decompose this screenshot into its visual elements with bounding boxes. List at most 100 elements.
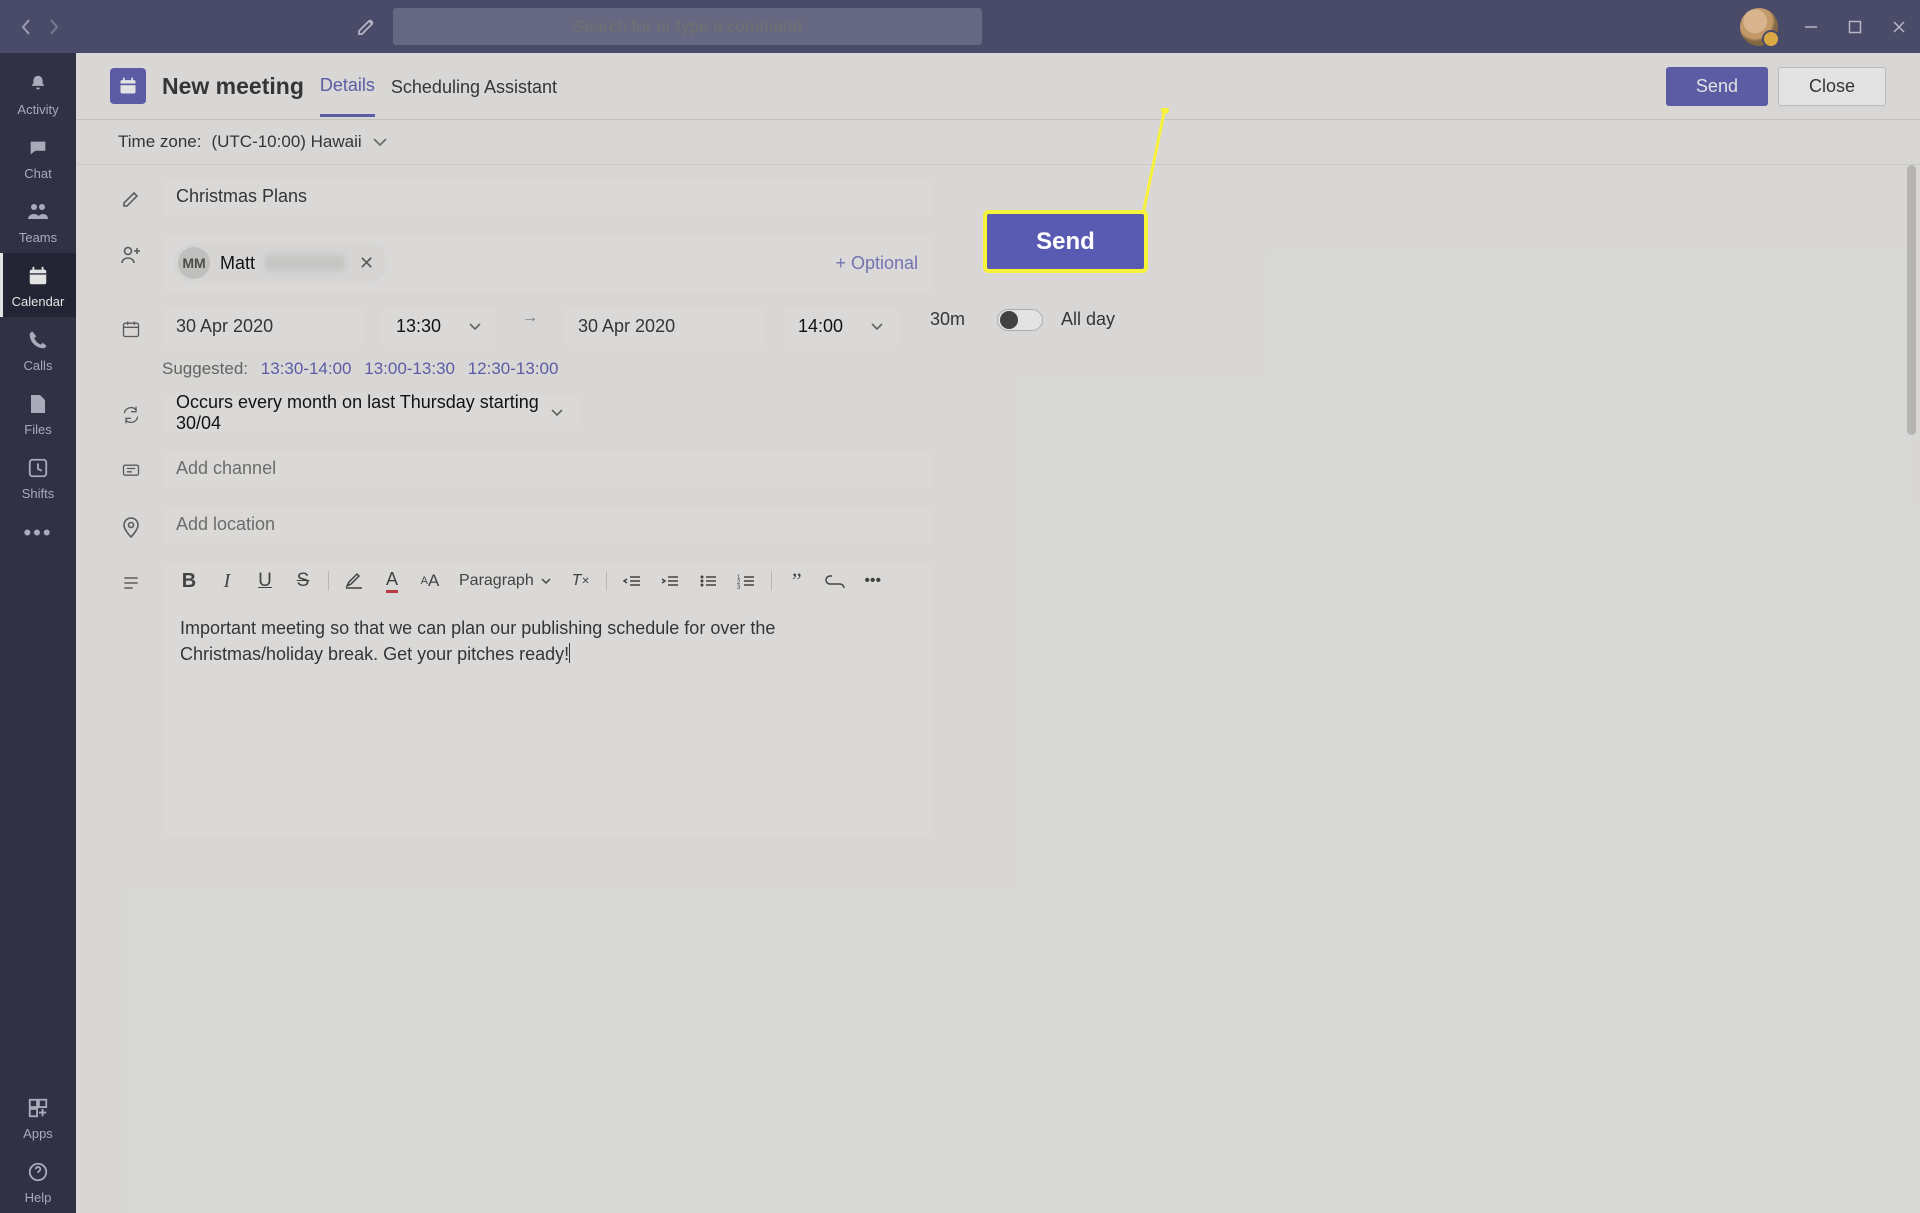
more-toolbar-button[interactable]: ••• (856, 566, 890, 596)
suggested-time-3[interactable]: 12:30-13:00 (468, 359, 559, 378)
rail-label: Calendar (12, 294, 65, 309)
channel-input[interactable]: Add channel (162, 451, 932, 488)
strikethrough-button[interactable]: S (286, 566, 320, 596)
rail-more[interactable]: ••• (0, 509, 76, 557)
end-time-value: 14:00 (798, 316, 843, 337)
meeting-title-input[interactable]: Christmas Plans (162, 179, 932, 216)
all-day-label: All day (1061, 309, 1115, 330)
search-input[interactable] (409, 17, 966, 37)
attendee-chip: MM Matt ✕ (174, 243, 388, 283)
toolbar-divider (771, 571, 772, 591)
rail-label: Chat (24, 166, 51, 181)
date-icon (118, 309, 144, 349)
end-time-dropdown[interactable]: 14:00 (784, 309, 898, 346)
tab-scheduling-assistant[interactable]: Scheduling Assistant (391, 57, 557, 116)
shifts-icon (24, 454, 52, 482)
page-title: New meeting (162, 73, 304, 100)
attendee-name: Matt (220, 253, 255, 274)
rail-label: Apps (23, 1126, 53, 1141)
paragraph-style-dropdown[interactable]: Paragraph (451, 566, 560, 596)
rail-calendar[interactable]: Calendar (0, 253, 76, 317)
description-editor[interactable]: Important meeting so that we can plan ou… (162, 599, 932, 837)
close-button[interactable]: Close (1778, 67, 1886, 106)
font-color-button[interactable]: A (375, 566, 409, 596)
description-icon (118, 563, 144, 603)
start-date-input[interactable]: 30 Apr 2020 (162, 309, 364, 346)
teams-icon (24, 198, 52, 226)
add-optional-button[interactable]: + Optional (835, 253, 918, 274)
timezone-row[interactable]: Time zone: (UTC-10:00) Hawaii (76, 120, 1920, 165)
outdent-button[interactable] (615, 566, 649, 596)
send-callout: Send (987, 214, 1144, 269)
recurrence-value: Occurs every month on last Thursday star… (176, 392, 550, 434)
numbered-list-button[interactable]: 123 (729, 566, 763, 596)
italic-button[interactable]: I (210, 566, 244, 596)
chevron-down-icon (870, 322, 884, 332)
remove-attendee-button[interactable]: ✕ (355, 253, 378, 274)
calendar-icon (24, 262, 52, 290)
editor-toolbar: B I U S A AA Paragraph T✕ 123 ” (162, 563, 932, 599)
rail-chat[interactable]: Chat (0, 125, 76, 189)
suggested-time-1[interactable]: 13:30-14:00 (261, 359, 352, 378)
attendee-surname-redacted (265, 255, 345, 271)
back-button[interactable] (12, 13, 40, 41)
close-window-button[interactable] (1888, 16, 1910, 38)
bullet-list-button[interactable] (691, 566, 725, 596)
underline-button[interactable]: U (248, 566, 282, 596)
rail-activity[interactable]: Activity (0, 61, 76, 125)
paragraph-label: Paragraph (459, 572, 534, 590)
clear-formatting-button[interactable]: T✕ (564, 566, 598, 596)
start-time-dropdown[interactable]: 13:30 (382, 309, 496, 346)
user-avatar[interactable] (1740, 8, 1778, 46)
meeting-calendar-icon (110, 68, 146, 104)
suggested-time-2[interactable]: 13:00-13:30 (364, 359, 455, 378)
attendees-icon (118, 235, 144, 275)
rail-shifts[interactable]: Shifts (0, 445, 76, 509)
recurrence-icon (118, 395, 144, 435)
titlebar (0, 0, 1920, 53)
pencil-icon (118, 179, 144, 219)
rail-label: Shifts (22, 486, 55, 501)
start-time-value: 13:30 (396, 316, 441, 337)
bold-button[interactable]: B (172, 566, 206, 596)
scrollbar[interactable] (1907, 165, 1916, 435)
send-callout-label: Send (1036, 228, 1095, 256)
file-icon (24, 390, 52, 418)
minimize-button[interactable] (1800, 16, 1822, 38)
maximize-button[interactable] (1844, 16, 1866, 38)
rail-calls[interactable]: Calls (0, 317, 76, 381)
rail-help[interactable]: Help (0, 1149, 76, 1213)
tab-details[interactable]: Details (320, 55, 375, 117)
font-size-button[interactable]: AA (413, 566, 447, 596)
compose-icon[interactable] (352, 13, 380, 41)
attendees-input[interactable]: MM Matt ✕ + Optional (162, 235, 932, 293)
attendee-initials: MM (178, 247, 210, 279)
rail-apps[interactable]: Apps (0, 1085, 76, 1149)
chevron-down-icon (372, 136, 388, 148)
duration-label: 30m (916, 309, 979, 330)
send-button[interactable]: Send (1666, 67, 1768, 106)
end-date-value: 30 Apr 2020 (578, 316, 675, 337)
bell-icon (24, 70, 52, 98)
highlight-button[interactable] (337, 566, 371, 596)
location-placeholder: Add location (176, 514, 275, 535)
phone-icon (24, 326, 52, 354)
forward-button[interactable] (40, 13, 68, 41)
chevron-down-icon (468, 322, 482, 332)
all-day-toggle[interactable] (997, 309, 1043, 331)
timezone-label: Time zone: (118, 132, 201, 152)
rail-teams[interactable]: Teams (0, 189, 76, 253)
rail-label: Files (24, 422, 51, 437)
recurrence-dropdown[interactable]: Occurs every month on last Thursday star… (162, 395, 578, 432)
location-input[interactable]: Add location (162, 507, 932, 544)
rail-files[interactable]: Files (0, 381, 76, 445)
text-caret (569, 643, 570, 663)
help-icon (24, 1158, 52, 1186)
indent-button[interactable] (653, 566, 687, 596)
link-button[interactable] (818, 566, 852, 596)
quote-button[interactable]: ” (780, 566, 814, 596)
apps-icon (24, 1094, 52, 1122)
channel-icon (118, 451, 144, 491)
end-date-input[interactable]: 30 Apr 2020 (564, 309, 766, 346)
search-box[interactable] (393, 8, 982, 45)
